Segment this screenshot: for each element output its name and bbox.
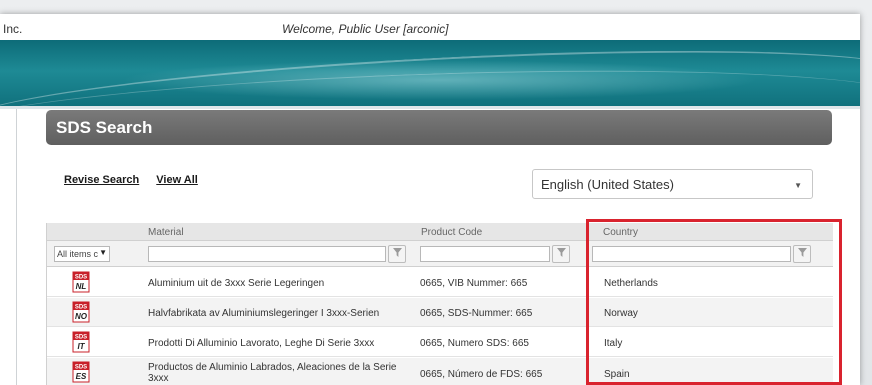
material-cell: Prodotti Di Alluminio Lavorato, Leghe Di… (148, 338, 375, 349)
material-cell: Halvfabrikata av Aluminiumslegeringer I … (148, 308, 380, 319)
country-cell: Netherlands (604, 278, 658, 289)
site-banner (0, 40, 860, 109)
filter-icon[interactable] (793, 245, 811, 263)
banner-underline (0, 106, 860, 109)
country-filter-input[interactable] (592, 246, 791, 262)
product-code-cell: 0665, SDS-Nummer: 665 (420, 308, 533, 319)
all-items-dropdown[interactable]: All items c ▼ (54, 246, 110, 262)
material-filter-input[interactable] (148, 246, 386, 262)
svg-text:SDS: SDS (75, 275, 87, 281)
all-items-label: All items c (57, 249, 99, 259)
table-row[interactable]: SDS ES Productos de Aluminio Labrados, A… (47, 358, 833, 385)
table-row[interactable]: SDS NL Aluminium uit de 3xxx Serie Leger… (47, 268, 833, 297)
chevron-down-icon: ▼ (794, 181, 802, 190)
product-code-cell: 0665, Número de FDS: 665 (420, 369, 543, 380)
left-divider (16, 109, 17, 385)
table-row[interactable]: SDS IT Prodotti Di Alluminio Lavorato, L… (47, 328, 833, 357)
filter-icon[interactable] (552, 245, 570, 263)
table-row[interactable]: SDS NO Halvfabrikata av Aluminiumslegeri… (47, 298, 833, 327)
country-cell: Spain (604, 369, 630, 380)
country-cell: Norway (604, 308, 638, 319)
svg-text:IT: IT (77, 342, 85, 351)
column-header-product-code[interactable]: Product Code (421, 227, 482, 238)
screenshot-frame: Inc. Welcome, Public User [arconic] SDS … (0, 0, 872, 385)
top-bar: Inc. Welcome, Public User [arconic] (0, 14, 860, 40)
svg-text:SDS: SDS (75, 305, 87, 311)
sds-document-icon[interactable]: SDS ES (72, 361, 90, 383)
svg-text:SDS: SDS (75, 365, 87, 371)
filter-icon[interactable] (388, 245, 406, 263)
sds-document-icon[interactable]: SDS IT (72, 331, 90, 353)
company-name: Inc. (3, 22, 23, 36)
revise-search-link[interactable]: Revise Search (64, 174, 139, 186)
search-links: Revise Search View All (64, 174, 212, 186)
grid-header: Material Product Code Country (47, 223, 833, 241)
column-header-material[interactable]: Material (148, 227, 184, 238)
material-cell: Productos de Aluminio Labrados, Aleacion… (148, 362, 397, 384)
results-grid: Material Product Code Country All items … (46, 223, 833, 385)
language-select-value: English (United States) (541, 177, 674, 192)
column-header-country[interactable]: Country (603, 227, 638, 238)
material-cell: Aluminium uit de 3xxx Serie Legeringen (148, 278, 325, 289)
product-code-cell: 0665, VIB Nummer: 665 (420, 278, 528, 289)
language-select[interactable]: English (United States) ▼ (532, 169, 813, 199)
svg-text:NO: NO (75, 312, 88, 321)
page-title: SDS Search (46, 110, 832, 145)
view-all-link[interactable]: View All (156, 174, 198, 186)
sds-document-icon[interactable]: SDS NO (72, 301, 90, 323)
product-code-cell: 0665, Numero SDS: 665 (420, 338, 529, 349)
country-cell: Italy (604, 338, 623, 349)
sds-document-icon[interactable]: SDS NL (72, 271, 90, 293)
svg-text:SDS: SDS (75, 335, 87, 341)
filter-row: All items c ▼ (47, 241, 833, 267)
svg-text:NL: NL (76, 282, 87, 291)
svg-text:ES: ES (76, 372, 87, 381)
product-code-filter-input[interactable] (420, 246, 550, 262)
welcome-message: Welcome, Public User [arconic] (282, 22, 449, 36)
chevron-down-icon: ▼ (99, 248, 107, 257)
